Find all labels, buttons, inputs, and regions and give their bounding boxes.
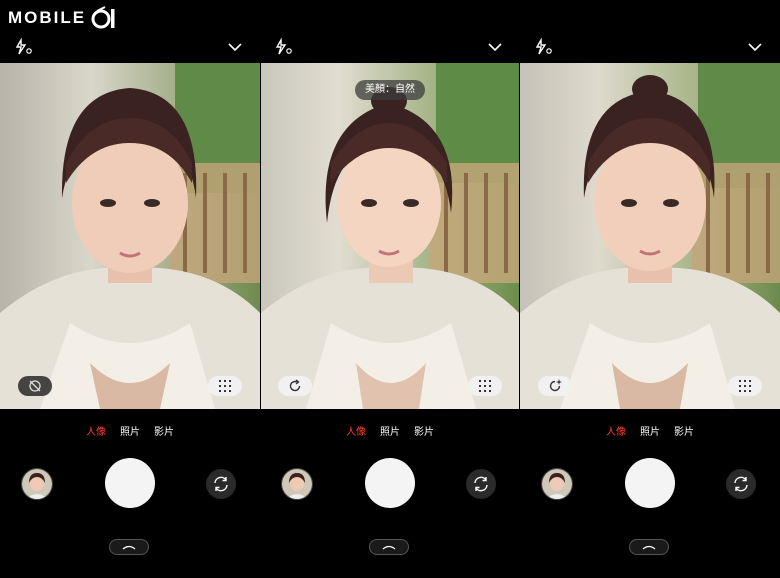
camera-panel-1: 人像 照片 影片 [0,0,260,578]
camera-viewfinder[interactable]: 美顏：自然 [261,63,519,409]
grid-button[interactable] [728,376,762,396]
camera-panel-3: 人像 照片 影片 [520,0,780,578]
camera-panel-2: 美顏：自然 人像 照片 影片 [260,0,520,578]
chevron-down-icon[interactable] [226,38,244,56]
flash-off-icon[interactable] [534,38,554,56]
selfie-preview-image [261,63,519,409]
expand-panel-button[interactable] [109,539,149,555]
reset-button[interactable] [278,376,312,396]
shutter-button[interactable] [365,458,415,508]
beauty-badge: 美顏：自然 [355,80,425,100]
mode-portrait[interactable]: 人像 [606,423,626,438]
switch-camera-button[interactable] [726,469,756,499]
camera-viewfinder[interactable] [520,63,780,409]
mode-selector: 人像 照片 影片 [260,423,520,438]
chevron-up-icon [642,545,656,550]
beauty-off-icon [29,380,41,392]
shutter-button[interactable] [105,458,155,508]
mode-photo[interactable]: 照片 [120,423,140,438]
chevron-up-icon [122,545,136,550]
expand-panel-button[interactable] [369,539,409,555]
grid-icon [739,380,751,392]
flash-off-icon[interactable] [14,38,34,56]
mode-photo[interactable]: 照片 [640,423,660,438]
gallery-thumbnail[interactable] [541,468,573,500]
expand-panel-button[interactable] [629,539,669,555]
switch-camera-button[interactable] [206,469,236,499]
mode-video[interactable]: 影片 [414,423,434,438]
gallery-thumbnail[interactable] [281,468,313,500]
selfie-preview-image [520,63,780,409]
chevron-down-icon[interactable] [746,38,764,56]
switch-camera-icon [214,476,228,492]
chevron-down-icon[interactable] [486,38,504,56]
sparkle-refresh-icon [549,379,562,392]
grid-icon [479,380,491,392]
switch-camera-icon [734,476,748,492]
mode-video[interactable]: 影片 [674,423,694,438]
chevron-up-icon [382,545,396,550]
camera-viewfinder[interactable] [0,63,260,409]
flash-off-icon[interactable] [274,38,294,56]
mode-portrait[interactable]: 人像 [346,423,366,438]
mode-photo[interactable]: 照片 [380,423,400,438]
mode-video[interactable]: 影片 [154,423,174,438]
beauty-off-button[interactable] [18,376,52,396]
mode-selector: 人像 照片 影片 [0,423,260,438]
refresh-icon [289,379,301,392]
gallery-thumbnail[interactable] [21,468,53,500]
mode-portrait[interactable]: 人像 [86,423,106,438]
grid-button[interactable] [208,376,242,396]
switch-camera-button[interactable] [466,469,496,499]
grid-button[interactable] [468,376,502,396]
selfie-preview-image [0,63,260,409]
grid-icon [219,380,231,392]
beauty-button[interactable] [538,376,572,396]
mode-selector: 人像 照片 影片 [520,423,780,438]
switch-camera-icon [474,476,488,492]
shutter-button[interactable] [625,458,675,508]
